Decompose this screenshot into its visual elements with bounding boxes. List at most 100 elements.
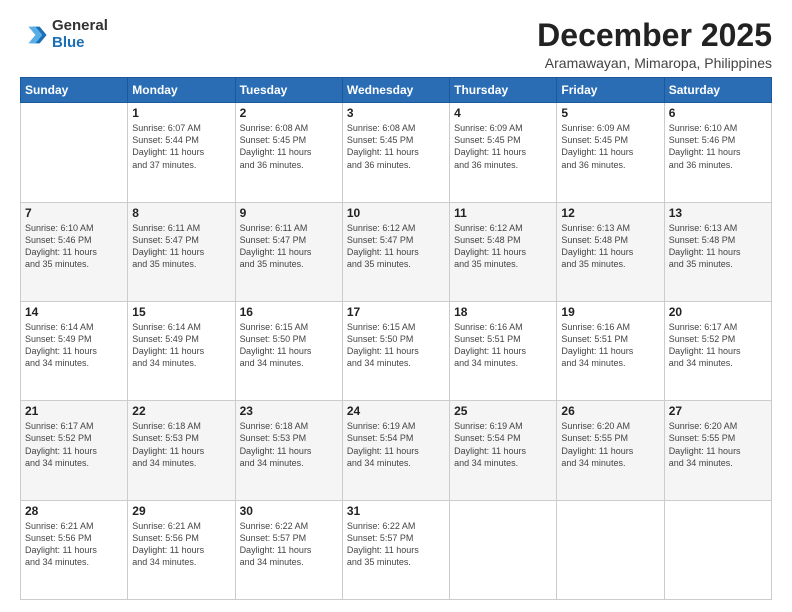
day-info: Sunrise: 6:20 AM Sunset: 5:55 PM Dayligh… <box>669 420 767 469</box>
week-row-5: 28Sunrise: 6:21 AM Sunset: 5:56 PM Dayli… <box>21 500 772 599</box>
calendar-cell: 10 Sunrise: 6:12 AM Sunset: 5:47 PM Dayli… <box>342 202 449 301</box>
day-number: 2 <box>240 106 338 120</box>
day-info: Sunrise: 6:16 AM Sunset: 5:51 PM Dayligh… <box>454 321 552 370</box>
day-info: Sunrise: 6:09 AM Sunset: 5:45 PM Dayligh… <box>454 122 552 171</box>
day-info: Sunrise: 6:07 AM Sunset: 5:44 PM Dayligh… <box>132 122 230 171</box>
calendar-cell <box>21 103 128 202</box>
calendar-cell: 13Sunrise: 6:13 AM Sunset: 5:48 PM Dayli… <box>664 202 771 301</box>
day-number: 14 <box>25 305 123 319</box>
calendar-cell: 18 Sunrise: 6:16 AM Sunset: 5:51 PM Dayli… <box>450 301 557 400</box>
calendar-cell: 1 Sunrise: 6:07 AM Sunset: 5:44 PM Daylig… <box>128 103 235 202</box>
weekday-header-row: SundayMondayTuesdayWednesdayThursdayFrid… <box>21 78 772 103</box>
day-info: Sunrise: 6:21 AM Sunset: 5:56 PM Dayligh… <box>25 520 123 569</box>
day-info: Sunrise: 6:14 AM Sunset: 5:49 PM Dayligh… <box>25 321 123 370</box>
title-block: December 2025 Aramawayan, Mimaropa, Phil… <box>537 18 772 71</box>
calendar-cell: 30Sunrise: 6:22 AM Sunset: 5:57 PM Dayli… <box>235 500 342 599</box>
day-info: Sunrise: 6:12 AM Sunset: 5:47 PM Dayligh… <box>347 222 445 271</box>
calendar-cell: 31Sunrise: 6:22 AM Sunset: 5:57 PM Dayli… <box>342 500 449 599</box>
day-info: Sunrise: 6:17 AM Sunset: 5:52 PM Dayligh… <box>669 321 767 370</box>
calendar-cell: 12 Sunrise: 6:13 AM Sunset: 5:48 PM Dayli… <box>557 202 664 301</box>
calendar-cell <box>557 500 664 599</box>
logo: General Blue <box>20 18 108 51</box>
weekday-header-wednesday: Wednesday <box>342 78 449 103</box>
day-info: Sunrise: 6:21 AM Sunset: 5:56 PM Dayligh… <box>132 520 230 569</box>
week-row-1: 1 Sunrise: 6:07 AM Sunset: 5:44 PM Daylig… <box>21 103 772 202</box>
calendar-cell: 6 Sunrise: 6:10 AM Sunset: 5:46 PM Daylig… <box>664 103 771 202</box>
day-number: 12 <box>561 206 659 220</box>
week-row-4: 21 Sunrise: 6:17 AM Sunset: 5:52 PM Dayli… <box>21 401 772 500</box>
day-info: Sunrise: 6:12 AM Sunset: 5:48 PM Dayligh… <box>454 222 552 271</box>
day-info: Sunrise: 6:18 AM Sunset: 5:53 PM Dayligh… <box>240 420 338 469</box>
weekday-header-sunday: Sunday <box>21 78 128 103</box>
day-info: Sunrise: 6:15 AM Sunset: 5:50 PM Dayligh… <box>240 321 338 370</box>
day-info: Sunrise: 6:10 AM Sunset: 5:46 PM Dayligh… <box>669 122 767 171</box>
day-number: 13 <box>669 206 767 220</box>
main-title: December 2025 <box>537 18 772 53</box>
day-number: 5 <box>561 106 659 120</box>
day-number: 17 <box>347 305 445 319</box>
day-info: Sunrise: 6:16 AM Sunset: 5:51 PM Dayligh… <box>561 321 659 370</box>
calendar-cell: 22Sunrise: 6:18 AM Sunset: 5:53 PM Dayli… <box>128 401 235 500</box>
logo-text: General Blue <box>52 18 108 51</box>
day-number: 29 <box>132 504 230 518</box>
logo-blue: Blue <box>52 35 108 52</box>
day-info: Sunrise: 6:22 AM Sunset: 5:57 PM Dayligh… <box>240 520 338 569</box>
day-number: 20 <box>669 305 767 319</box>
day-number: 16 <box>240 305 338 319</box>
day-info: Sunrise: 6:11 AM Sunset: 5:47 PM Dayligh… <box>132 222 230 271</box>
calendar-cell: 21 Sunrise: 6:17 AM Sunset: 5:52 PM Dayli… <box>21 401 128 500</box>
calendar-cell <box>664 500 771 599</box>
day-info: Sunrise: 6:22 AM Sunset: 5:57 PM Dayligh… <box>347 520 445 569</box>
weekday-header-saturday: Saturday <box>664 78 771 103</box>
day-info: Sunrise: 6:19 AM Sunset: 5:54 PM Dayligh… <box>347 420 445 469</box>
calendar-cell: 24 Sunrise: 6:19 AM Sunset: 5:54 PM Dayli… <box>342 401 449 500</box>
day-info: Sunrise: 6:20 AM Sunset: 5:55 PM Dayligh… <box>561 420 659 469</box>
weekday-header-monday: Monday <box>128 78 235 103</box>
day-number: 15 <box>132 305 230 319</box>
day-info: Sunrise: 6:11 AM Sunset: 5:47 PM Dayligh… <box>240 222 338 271</box>
day-number: 18 <box>454 305 552 319</box>
day-info: Sunrise: 6:08 AM Sunset: 5:45 PM Dayligh… <box>240 122 338 171</box>
day-info: Sunrise: 6:10 AM Sunset: 5:46 PM Dayligh… <box>25 222 123 271</box>
calendar-cell: 3 Sunrise: 6:08 AM Sunset: 5:45 PM Daylig… <box>342 103 449 202</box>
calendar-cell: 25Sunrise: 6:19 AM Sunset: 5:54 PM Dayli… <box>450 401 557 500</box>
calendar-cell: 14 Sunrise: 6:14 AM Sunset: 5:49 PM Dayli… <box>21 301 128 400</box>
day-info: Sunrise: 6:08 AM Sunset: 5:45 PM Dayligh… <box>347 122 445 171</box>
day-number: 1 <box>132 106 230 120</box>
calendar-cell: 7Sunrise: 6:10 AM Sunset: 5:46 PM Daylig… <box>21 202 128 301</box>
weekday-header-friday: Friday <box>557 78 664 103</box>
calendar-cell: 23 Sunrise: 6:18 AM Sunset: 5:53 PM Dayli… <box>235 401 342 500</box>
day-number: 26 <box>561 404 659 418</box>
day-number: 3 <box>347 106 445 120</box>
weekday-header-thursday: Thursday <box>450 78 557 103</box>
day-info: Sunrise: 6:09 AM Sunset: 5:45 PM Dayligh… <box>561 122 659 171</box>
header: General Blue December 2025 Aramawayan, M… <box>20 18 772 71</box>
day-number: 23 <box>240 404 338 418</box>
day-number: 10 <box>347 206 445 220</box>
day-info: Sunrise: 6:19 AM Sunset: 5:54 PM Dayligh… <box>454 420 552 469</box>
day-number: 21 <box>25 404 123 418</box>
day-number: 22 <box>132 404 230 418</box>
day-info: Sunrise: 6:14 AM Sunset: 5:49 PM Dayligh… <box>132 321 230 370</box>
calendar-cell: 28Sunrise: 6:21 AM Sunset: 5:56 PM Dayli… <box>21 500 128 599</box>
page: General Blue December 2025 Aramawayan, M… <box>0 0 792 612</box>
logo-general: General <box>52 18 108 35</box>
logo-icon <box>20 21 48 49</box>
calendar-cell: 17Sunrise: 6:15 AM Sunset: 5:50 PM Dayli… <box>342 301 449 400</box>
calendar-cell: 11Sunrise: 6:12 AM Sunset: 5:48 PM Dayli… <box>450 202 557 301</box>
day-number: 27 <box>669 404 767 418</box>
day-number: 8 <box>132 206 230 220</box>
day-number: 24 <box>347 404 445 418</box>
day-info: Sunrise: 6:13 AM Sunset: 5:48 PM Dayligh… <box>561 222 659 271</box>
day-number: 6 <box>669 106 767 120</box>
calendar-table: SundayMondayTuesdayWednesdayThursdayFrid… <box>20 77 772 600</box>
day-number: 19 <box>561 305 659 319</box>
calendar-cell: 19 Sunrise: 6:16 AM Sunset: 5:51 PM Dayli… <box>557 301 664 400</box>
calendar-cell <box>450 500 557 599</box>
day-number: 9 <box>240 206 338 220</box>
calendar-cell: 4 Sunrise: 6:09 AM Sunset: 5:45 PM Daylig… <box>450 103 557 202</box>
calendar-cell: 2 Sunrise: 6:08 AM Sunset: 5:45 PM Daylig… <box>235 103 342 202</box>
day-number: 4 <box>454 106 552 120</box>
week-row-3: 14 Sunrise: 6:14 AM Sunset: 5:49 PM Dayli… <box>21 301 772 400</box>
day-info: Sunrise: 6:17 AM Sunset: 5:52 PM Dayligh… <box>25 420 123 469</box>
